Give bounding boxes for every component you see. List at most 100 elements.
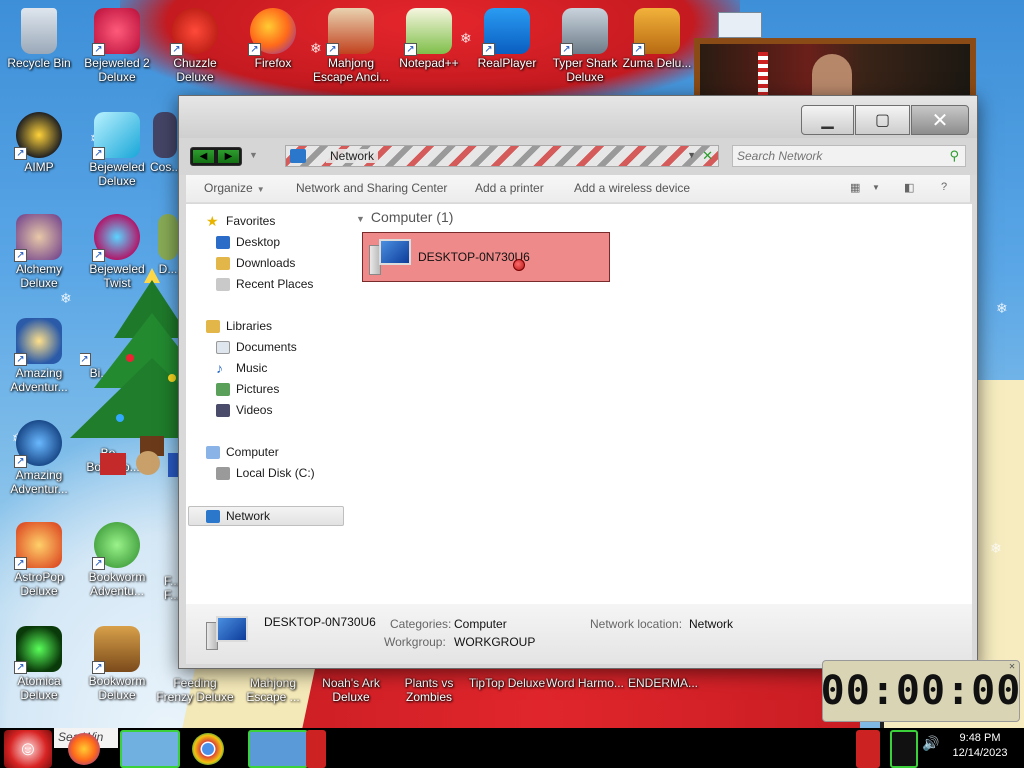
timer-widget[interactable]: 00:00:00 ✕ xyxy=(820,660,1022,722)
taskbar-app-button[interactable] xyxy=(306,730,326,768)
desktop-icon-cosmic[interactable]: Cos... xyxy=(150,112,180,174)
network-sharing-center-button[interactable]: Network and Sharing Center xyxy=(296,181,447,195)
desktop-icon-recycle-bin[interactable]: Recycle Bin xyxy=(0,8,78,70)
desktop-icon-bejeweled-2[interactable]: ↗ Bejeweled 2 Deluxe xyxy=(78,8,156,84)
desktop-icon-bookworm-adventures[interactable]: ↗ Bookworm Adventu... xyxy=(78,522,156,598)
nav-network[interactable]: Network xyxy=(206,507,270,525)
desktop-icon-label: Typer Shark Deluxe xyxy=(552,56,618,84)
desktop-icon-realplayer[interactable]: ↗ RealPlayer xyxy=(468,8,546,70)
address-bar[interactable]: Network ▼ ✕ xyxy=(285,145,719,167)
nav-label: Pictures xyxy=(236,382,280,396)
desktop-icon-chuzzle[interactable]: ↗ Chuzzle Deluxe xyxy=(156,8,234,84)
desktop-icon-enderman[interactable]: ENDERMA... xyxy=(624,676,702,690)
close-button[interactable]: ✕ xyxy=(911,105,969,135)
nav-pictures[interactable]: Pictures xyxy=(216,380,279,398)
nav-libraries[interactable]: Libraries xyxy=(206,317,272,335)
desktop-icon-notepad-plus-plus[interactable]: ↗ Notepad++ xyxy=(390,8,468,70)
organize-button[interactable]: Organize ▼ xyxy=(204,181,265,195)
taskbar-clock[interactable]: 9:48 PM 12/14/2023 xyxy=(948,731,1012,761)
desktop-icon-zuma[interactable]: ↗ Zuma Delu... xyxy=(620,8,694,70)
nav-local-disk[interactable]: Local Disk (C:) xyxy=(216,464,315,482)
desktop-icon-label: Atomica Deluxe xyxy=(17,674,61,702)
command-bar: Organize ▼ Network and Sharing Center Add… xyxy=(186,175,970,203)
taskbar-file-explorer-button[interactable] xyxy=(120,730,180,768)
desktop-icon-aimp[interactable]: ↗ AIMP xyxy=(0,112,78,174)
desktop-icon-firefox[interactable]: ↗ Firefox xyxy=(234,8,312,70)
network-computer-item[interactable]: DESKTOP-0N730U6 xyxy=(362,232,610,282)
organize-label: Organize xyxy=(204,181,253,195)
desktop-icon-feeding-frenzy[interactable]: Feeding Frenzy Deluxe xyxy=(156,676,234,704)
nav-computer[interactable]: Computer xyxy=(206,443,279,461)
desktop-icon-bookworm-deluxe[interactable]: ↗ Bookworm Deluxe xyxy=(78,626,156,702)
taskbar-music-icon[interactable] xyxy=(856,730,880,768)
explorer-window[interactable]: ▁ ▢ ✕ ◀ ▶ ▼ Network ▼ ✕ ⚲ Organize▼ Netw… xyxy=(178,95,978,669)
help-icon[interactable]: ? xyxy=(941,181,947,193)
nav-music[interactable]: ♪ Music xyxy=(216,359,267,377)
photo-frame-widget[interactable] xyxy=(694,38,976,102)
maximize-button[interactable]: ▢ xyxy=(855,105,910,135)
nav-label: Network xyxy=(226,509,271,523)
desktop-icon-label: Plants vs Zombies xyxy=(404,676,454,704)
nav-documents[interactable]: Documents xyxy=(216,338,297,356)
address-location[interactable]: Network xyxy=(326,149,379,163)
nav-label: Local Disk (C:) xyxy=(236,466,315,480)
aimp-icon: ↗ xyxy=(14,112,62,160)
desktop-icon-word-harmony[interactable]: Word Harmo... xyxy=(546,676,624,690)
timer-display: 00:00:00 xyxy=(820,668,1022,714)
desktop-icon-typer-shark[interactable]: ↗ Typer Shark Deluxe xyxy=(546,8,624,84)
explorer-body: ★ Favorites Desktop Downloads Recent Plac… xyxy=(186,204,972,604)
taskbar-firefox-icon[interactable] xyxy=(68,733,100,765)
search-box[interactable]: ⚲ xyxy=(732,145,966,167)
preview-pane-icon[interactable]: ◧ xyxy=(904,181,914,194)
tray-network-icon[interactable] xyxy=(890,730,918,768)
nav-desktop[interactable]: Desktop xyxy=(216,233,280,251)
recent-pages-dropdown-icon[interactable]: ▼ xyxy=(249,150,258,160)
desktop-icon-noahs-ark[interactable]: Noah's Ark Deluxe xyxy=(312,676,390,704)
nav-recent-places[interactable]: Recent Places xyxy=(216,275,313,293)
add-wireless-device-button[interactable]: Add a wireless device xyxy=(574,181,690,195)
back-arrow-icon: ◀ xyxy=(199,151,208,162)
refresh-icon[interactable]: ✕ xyxy=(702,148,713,164)
notepad-plus-plus-icon: ↗ xyxy=(404,8,452,56)
view-dropdown-icon[interactable]: ▼ xyxy=(872,183,880,192)
nav-videos[interactable]: Videos xyxy=(216,401,272,419)
taskbar-chrome-icon[interactable] xyxy=(192,733,224,765)
videos-icon xyxy=(216,403,230,417)
shortcut-arrow-icon: ↗ xyxy=(92,43,105,56)
search-icon[interactable]: ⚲ xyxy=(949,148,959,164)
desktop-icon-tiptop[interactable]: TipTop Deluxe xyxy=(468,676,546,690)
minimize-icon: ▁ xyxy=(821,112,834,129)
network-icon xyxy=(290,149,306,163)
start-button[interactable]: ☺ xyxy=(4,730,52,768)
desktop-icon-astropop[interactable]: ↗ AstroPop Deluxe xyxy=(0,522,78,598)
nav-downloads[interactable]: Downloads xyxy=(216,254,295,272)
app-icon xyxy=(158,214,178,260)
forward-button[interactable]: ▶ xyxy=(218,150,239,163)
desktop-icon-label: Noah's Ark Deluxe xyxy=(322,676,380,704)
computer-icon xyxy=(369,239,411,277)
group-header[interactable]: ▼ Computer (1) xyxy=(356,209,453,225)
shortcut-arrow-icon: ↗ xyxy=(248,43,261,56)
address-dropdown-icon[interactable]: ▼ xyxy=(687,150,696,160)
add-printer-button[interactable]: Add a printer xyxy=(475,181,544,195)
desktop-icon-atomica[interactable]: ↗ Atomica Deluxe xyxy=(0,626,78,702)
pictures-icon xyxy=(216,382,230,396)
volume-icon[interactable]: 🔊 xyxy=(922,735,939,752)
desktop-icon-plants-vs-zombies[interactable]: Plants vs Zombies xyxy=(390,676,468,704)
title-bar[interactable]: ▁ ▢ ✕ xyxy=(179,96,977,138)
desktop-icon-mahjong-escape-2[interactable]: Mahjong Escape ... xyxy=(234,676,312,704)
view-options-icon[interactable]: ▦ xyxy=(850,181,860,194)
search-input[interactable] xyxy=(733,146,933,166)
back-button[interactable]: ◀ xyxy=(193,150,214,163)
mouse-cursor-icon xyxy=(513,259,525,271)
nav-favorites[interactable]: ★ Favorites xyxy=(206,212,275,230)
shortcut-arrow-icon: ↗ xyxy=(14,353,27,366)
network-location-value: Network xyxy=(689,617,734,631)
close-icon[interactable]: ✕ xyxy=(1009,661,1016,672)
bejeweled-twist-icon: ↗ xyxy=(92,214,140,262)
document-thumbnail-icon[interactable] xyxy=(718,12,762,38)
desktop-icon-bejeweled[interactable]: ↗ Bejeweled Deluxe xyxy=(78,112,156,188)
taskbar-network-window-button[interactable] xyxy=(248,730,308,768)
minimize-button[interactable]: ▁ xyxy=(801,105,854,135)
desktop-icon-mahjong-escape[interactable]: ↗ Mahjong Escape Anci... xyxy=(312,8,390,84)
